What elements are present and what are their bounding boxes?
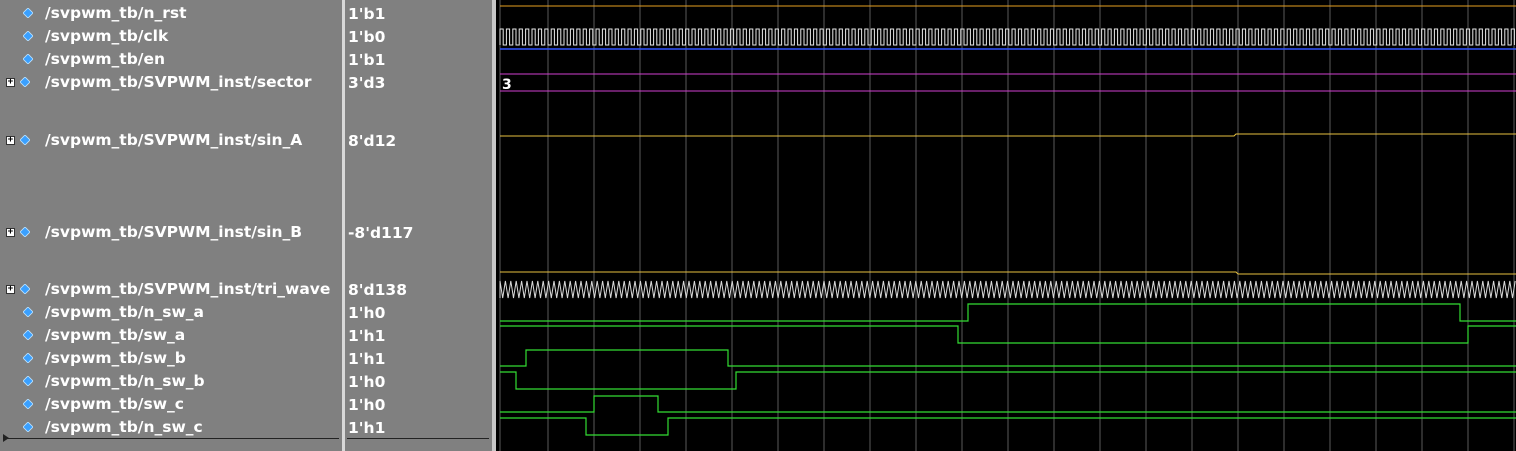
signal-row[interactable]: + /svpwm_tb/SVPWM_inst/sector [0,72,342,94]
diamond-icon [23,422,33,432]
diamond-icon [23,399,33,409]
signal-value: 1'b1 [348,5,386,23]
cursor-marker-icon[interactable] [3,434,9,442]
signal-name: /svpwm_tb/SVPWM_inst/sector [45,73,312,91]
diamond-icon [20,284,30,294]
signal-value: 8'd138 [348,281,407,299]
signal-row[interactable]: + /svpwm_tb/SVPWM_inst/tri_wave [0,279,342,301]
wave-clk [499,28,1515,46]
signal-value: 1'h1 [348,419,386,437]
diamond-icon [23,330,33,340]
signal-row[interactable]: /svpwm_tb/sw_b [0,348,342,370]
signal-value: 8'd12 [348,132,397,150]
signal-row[interactable]: /svpwm_tb/n_sw_a [0,302,342,324]
names-cursor-line [5,438,339,439]
signal-name: /svpwm_tb/sw_c [45,395,184,413]
signal-row[interactable]: + /svpwm_tb/SVPWM_inst/sin_B [0,222,342,244]
signal-value: 1'h0 [348,396,386,414]
signal-row[interactable]: /svpwm_tb/clk [0,26,342,48]
signal-row[interactable]: /svpwm_tb/n_rst [0,3,342,25]
signal-names-pane[interactable]: /svpwm_tb/n_rst/svpwm_tb/clk/svpwm_tb/en… [0,0,342,451]
diamond-icon [20,135,30,145]
signal-row[interactable]: /svpwm_tb/sw_c [0,394,342,416]
diamond-icon [23,307,33,317]
signal-name: /svpwm_tb/n_sw_c [45,418,203,436]
plus-box-icon[interactable]: + [6,285,15,294]
signal-row[interactable]: + /svpwm_tb/SVPWM_inst/sin_A [0,130,342,152]
diamond-icon [23,31,33,41]
signal-name: /svpwm_tb/SVPWM_inst/tri_wave [45,280,331,298]
signal-value: 1'h0 [348,373,386,391]
signal-name: /svpwm_tb/sw_a [45,326,186,344]
diamond-icon [23,376,33,386]
signal-name: /svpwm_tb/n_rst [45,4,187,22]
diamond-icon [20,227,30,237]
signal-value: 1'h1 [348,327,386,345]
wave-viewer: /svpwm_tb/n_rst/svpwm_tb/clk/svpwm_tb/en… [0,0,1516,451]
signal-value: 1'b1 [348,51,386,69]
signal-value: 1'h0 [348,304,386,322]
signal-value: -8'd117 [348,224,414,242]
signal-row[interactable]: /svpwm_tb/n_sw_c [0,417,342,439]
signal-row[interactable]: /svpwm_tb/en [0,49,342,71]
signal-name: /svpwm_tb/clk [45,27,169,45]
signal-name: /svpwm_tb/SVPWM_inst/sin_A [45,131,303,149]
diamond-icon [23,8,33,18]
plus-box-icon[interactable]: + [6,228,15,237]
signal-row[interactable]: /svpwm_tb/sw_a [0,325,342,347]
plus-box-icon[interactable]: + [6,78,15,87]
diamond-icon [20,77,30,87]
signal-name: /svpwm_tb/SVPWM_inst/sin_B [45,223,303,241]
signal-value: 1'h1 [348,350,386,368]
signal-name: /svpwm_tb/sw_b [45,349,186,367]
plus-box-icon[interactable]: + [6,136,15,145]
signal-name: /svpwm_tb/n_sw_b [45,372,205,390]
signal-row[interactable]: /svpwm_tb/n_sw_b [0,371,342,393]
signal-name: /svpwm_tb/en [45,50,166,68]
values-cursor-line [347,438,489,439]
signal-value: 1'b0 [348,28,386,46]
diamond-icon [23,54,33,64]
waveform-pane[interactable]: 3 [496,0,1516,451]
signal-name: /svpwm_tb/n_sw_a [45,303,205,321]
sector-bus-label: 3 [502,77,512,93]
waveform-canvas[interactable]: 3 [496,0,1516,451]
signal-value: 3'd3 [348,74,386,92]
diamond-icon [23,353,33,363]
